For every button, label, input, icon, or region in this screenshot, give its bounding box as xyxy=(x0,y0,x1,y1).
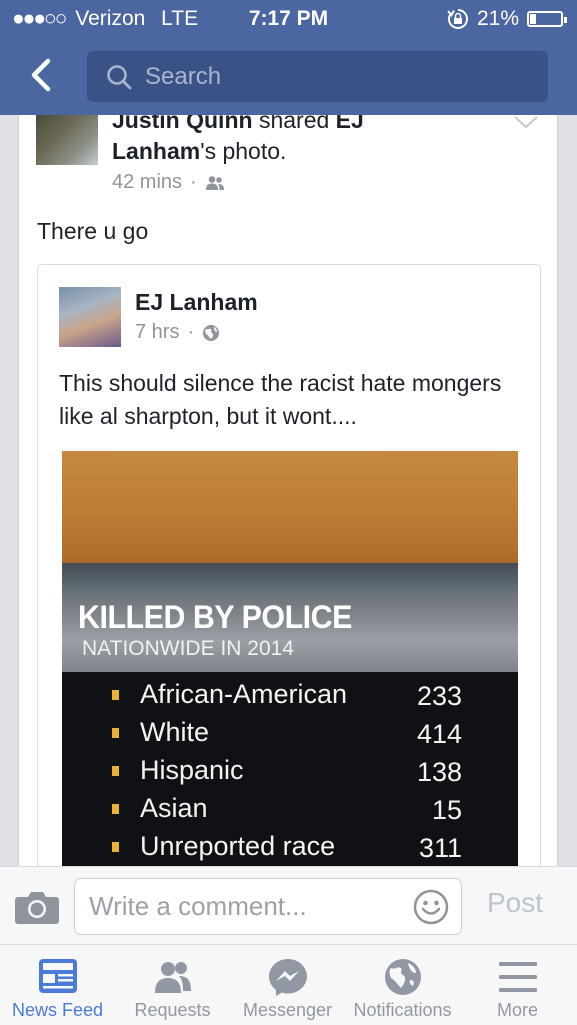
post-button[interactable]: Post xyxy=(487,887,543,919)
shared-author-avatar[interactable] xyxy=(59,287,121,347)
news-feed-icon xyxy=(39,959,77,993)
photo-row: Asian 15 xyxy=(112,793,462,827)
author-name[interactable]: Justin Quinn xyxy=(112,115,253,133)
post-caption: There u go xyxy=(37,218,149,244)
photo-row-value: 15 xyxy=(431,795,462,825)
emoji-icon[interactable] xyxy=(413,889,449,925)
status-right: 21% xyxy=(447,6,567,32)
photo-row-label: Unreported race xyxy=(140,831,336,861)
battery-icon xyxy=(527,11,567,27)
shared-author-name[interactable]: EJ Lanham xyxy=(135,289,258,316)
rotation-lock-icon xyxy=(447,9,468,29)
shared-object: 's photo. xyxy=(200,138,287,164)
tab-notifications[interactable]: Notifications xyxy=(345,945,460,1025)
shared-photo[interactable]: KILLED BY POLICE NATIONWIDE IN 2014 Afri… xyxy=(62,451,518,875)
tab-label: News Feed xyxy=(11,1000,104,1020)
tab-label: Notifications xyxy=(353,1000,452,1020)
tab-label: More xyxy=(496,1000,538,1020)
tab-more[interactable]: More xyxy=(460,945,575,1025)
meta-separator: · xyxy=(190,171,197,193)
comment-input[interactable]: Write a comment... xyxy=(74,878,462,935)
photo-row-label: White xyxy=(140,717,210,747)
shared-verb: shared xyxy=(252,115,336,133)
photo-wall xyxy=(62,451,518,566)
tab-label: Messenger xyxy=(242,1000,333,1020)
photo-row: White 414 xyxy=(112,717,462,751)
post-header-text: Justin Quinn shared EJ Lanham's photo. xyxy=(112,115,452,167)
post-time[interactable]: 42 mins xyxy=(112,171,182,194)
bullet-icon xyxy=(112,804,119,814)
photo-subtitle: NATIONWIDE IN 2014 xyxy=(82,637,294,660)
photo-row-value: 138 xyxy=(416,757,462,787)
bullet-icon xyxy=(112,842,119,852)
photo-row-label: Hispanic xyxy=(140,755,244,785)
bullet-icon xyxy=(112,728,119,738)
tab-messenger[interactable]: Messenger xyxy=(230,945,345,1025)
header: ●●●○○ Verizon LTE 7:17 PM 21% Search xyxy=(0,0,577,115)
search-placeholder: Search xyxy=(145,63,222,90)
comment-placeholder: Write a comment... xyxy=(89,891,307,921)
notifications-icon xyxy=(385,959,421,995)
photo-row-label: Asian xyxy=(140,793,208,823)
shared-post-text: This should silence the racist hate mong… xyxy=(59,370,502,429)
bullet-icon xyxy=(112,690,119,700)
globe-icon xyxy=(203,324,220,341)
photo-row-value: 233 xyxy=(416,681,462,711)
photo-row: Unreported race 311 xyxy=(112,831,462,865)
tab-bar: News Feed Requests Messenger Notificatio… xyxy=(0,944,577,1025)
chevron-down-icon[interactable] xyxy=(513,115,539,129)
battery-percent: 21% xyxy=(476,7,519,30)
back-icon[interactable] xyxy=(24,55,64,95)
comment-bar: Write a comment... Post xyxy=(0,866,577,945)
battery-fill xyxy=(530,14,536,24)
photo-row-value: 311 xyxy=(418,833,462,863)
more-icon xyxy=(499,962,537,992)
photo-title: KILLED BY POLICE xyxy=(78,599,352,635)
messenger-icon xyxy=(269,959,307,996)
photo-tv-top xyxy=(62,563,518,598)
shared-post-meta: 7 hrs · xyxy=(135,321,220,344)
photo-row: Hispanic 138 xyxy=(112,755,462,789)
photo-row: African-American 233 xyxy=(112,679,462,713)
bullet-icon xyxy=(112,766,119,776)
tab-news-feed[interactable]: News Feed xyxy=(0,945,115,1025)
search-icon xyxy=(107,65,132,90)
camera-icon[interactable] xyxy=(14,889,60,925)
meta-separator: · xyxy=(187,321,195,343)
tab-requests[interactable]: Requests xyxy=(115,945,230,1025)
photo-row-value: 414 xyxy=(416,719,462,749)
post-meta: 42 mins · xyxy=(112,171,225,194)
friends-icon xyxy=(205,175,224,190)
author-avatar[interactable] xyxy=(36,115,98,165)
photo-row-label: African-American xyxy=(140,679,348,709)
requests-icon xyxy=(155,962,191,993)
post-card: Justin Quinn shared EJ Lanham's photo. 4… xyxy=(18,115,558,875)
shared-post-time[interactable]: 7 hrs xyxy=(135,321,179,344)
shared-post[interactable]: EJ Lanham 7 hrs · This should silence th… xyxy=(37,264,541,875)
tab-label: Requests xyxy=(134,1000,211,1020)
search-input[interactable]: Search xyxy=(87,51,548,102)
